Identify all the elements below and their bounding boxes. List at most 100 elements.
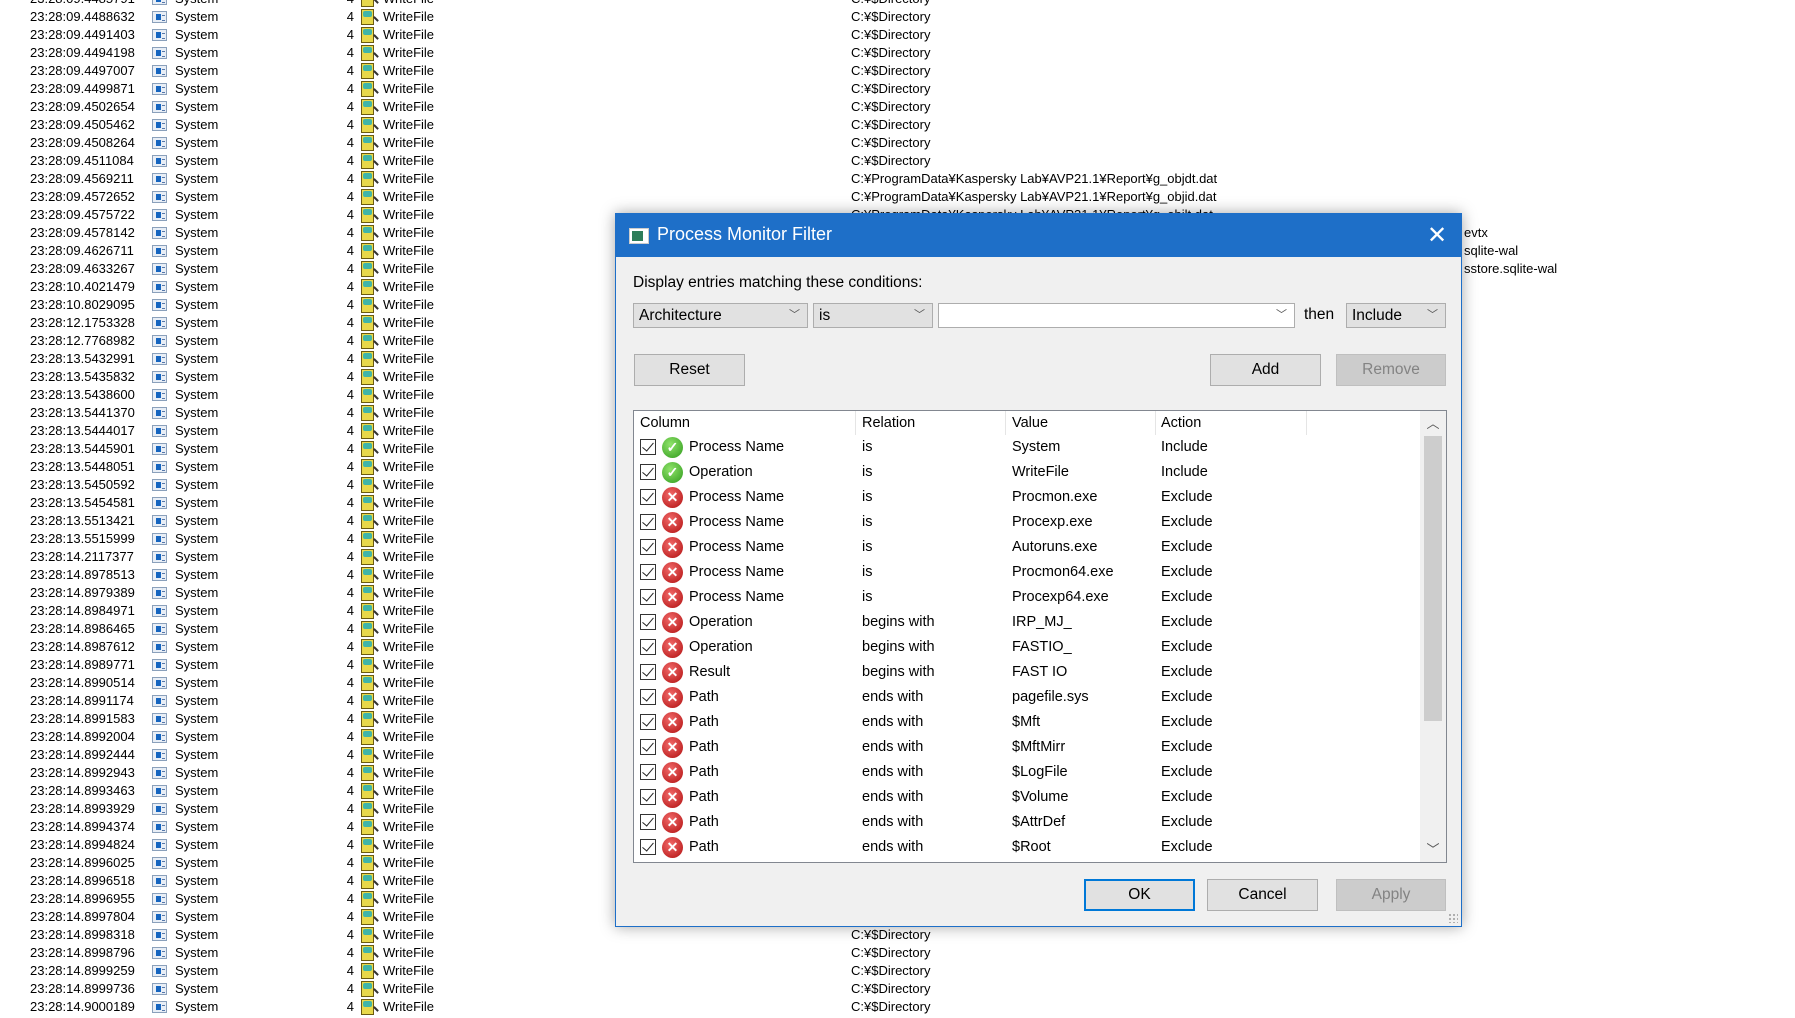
scrollbar-thumb[interactable] [1424,436,1442,721]
filter-column: Process Name [689,439,785,455]
exclude-x-icon: ✕ [662,637,683,658]
checkbox[interactable] [640,614,656,630]
event-process: System [175,225,219,240]
filter-row[interactable]: ✕ Process Name is Autoruns.exe Exclude [634,535,1419,560]
event-row[interactable]: 23:28:14.8998318 System 4 WriteFile C:¥$Dire… [0,926,1795,944]
filter-row[interactable]: ✕ Result begins with FAST IO Exclude [634,660,1419,685]
ok-button[interactable]: OK [1084,879,1195,911]
checkbox[interactable] [640,664,656,680]
checkbox[interactable] [640,814,656,830]
header-divider[interactable] [1306,411,1307,435]
remove-button[interactable]: Remove [1336,354,1446,386]
exclude-x-icon: ✕ [662,562,683,583]
close-icon[interactable]: ✕ [1419,218,1455,254]
checkbox[interactable] [640,689,656,705]
header-divider[interactable] [1005,411,1006,435]
checkbox[interactable] [640,789,656,805]
filter-row[interactable]: ✕ Operation begins with IRP_MJ_ Exclude [634,610,1419,635]
event-row[interactable]: 23:28:14.8999259 System 4 WriteFile C:¥$Dire… [0,962,1795,980]
filter-row[interactable]: ✕ Process Name is Procexp64.exe Exclude [634,585,1419,610]
filter-row[interactable]: ✕ Process Name is Procmon.exe Exclude [634,485,1419,510]
filter-value: pagefile.sys [1012,689,1089,705]
filter-row[interactable]: ✕ Process Name is Procexp.exe Exclude [634,510,1419,535]
filter-row[interactable]: ✕ Exclude [634,860,1419,862]
filter-row[interactable]: ✕ Process Name is Procmon64.exe Exclude [634,560,1419,585]
checkbox[interactable] [640,589,656,605]
event-row[interactable]: 23:28:09.4505462 System 4 WriteFile C:¥$Dire… [0,116,1795,134]
add-button[interactable]: Add [1210,354,1321,386]
filter-row[interactable]: ✓ Operation is WriteFile Include [634,460,1419,485]
event-time: 23:28:14.8991583 [30,711,135,726]
filter-row[interactable]: ✕ Path ends with $Mft Exclude [634,710,1419,735]
column-combo[interactable]: Architecture ﹀ [633,303,808,328]
filter-row[interactable]: ✕ Path ends with $LogFile Exclude [634,760,1419,785]
header-action[interactable]: Action [1161,411,1201,435]
exclude-x-icon: ✕ [662,837,683,858]
header-value[interactable]: Value [1012,411,1048,435]
event-time: 23:28:09.4578142 [30,225,135,240]
cancel-button[interactable]: Cancel [1207,879,1318,911]
checkbox[interactable] [640,714,656,730]
checkbox[interactable] [640,739,656,755]
checkbox[interactable] [640,464,656,480]
header-relation[interactable]: Relation [862,411,915,435]
event-row[interactable]: 23:28:14.8999736 System 4 WriteFile C:¥$Dire… [0,980,1795,998]
reset-button[interactable]: Reset [634,354,745,386]
filter-row[interactable]: ✕ Path ends with $Root Exclude [634,835,1419,860]
event-pid: 4 [346,531,354,546]
header-column[interactable]: Column [640,411,690,435]
filter-list[interactable]: Column Relation Value Action ✓ Process Na… [633,410,1447,863]
event-row[interactable]: 23:28:14.9000189 System 4 WriteFile C:¥$Dire… [0,998,1795,1016]
checkbox[interactable] [640,539,656,555]
filter-row[interactable]: ✕ Path ends with $Volume Exclude [634,785,1419,810]
action-combo[interactable]: Include ﹀ [1346,303,1446,328]
event-operation: WriteFile [383,477,435,492]
resize-grip-icon[interactable] [1448,913,1458,923]
filter-action: Exclude [1161,764,1213,780]
filter-row[interactable]: ✕ Path ends with pagefile.sys Exclude [634,685,1419,710]
filter-row[interactable]: ✕ Path ends with $AttrDef Exclude [634,810,1419,835]
apply-button[interactable]: Apply [1336,879,1446,911]
event-process: System [175,243,219,258]
filter-row[interactable]: ✕ Operation begins with FASTIO_ Exclude [634,635,1419,660]
scroll-down-icon[interactable]: ﹀ [1420,840,1446,860]
event-row[interactable]: 23:28:09.4491403 System 4 WriteFile C:¥$Dire… [0,26,1795,44]
value-combo[interactable]: ﹀ [938,303,1295,328]
event-pid: 4 [340,0,354,8]
checkbox[interactable] [640,839,656,855]
event-row[interactable]: 23:28:09.4572652 System 4 WriteFile C:¥Progr… [0,188,1795,206]
event-time: 23:28:09.4502654 [30,99,135,114]
event-row[interactable]: 23:28:09.4569211 System 4 WriteFile C:¥Progr… [0,170,1795,188]
file-operation-icon [361,441,374,457]
checkbox[interactable] [640,564,656,580]
event-time: 23:28:14.8996955 [30,891,135,906]
filter-row[interactable]: ✓ Process Name is System Include [634,435,1419,460]
column-combo-value: Architecture [639,307,722,324]
event-row[interactable]: 23:28:09.4485791 System 4 WriteFile C:¥$Dire… [0,0,1795,8]
event-row[interactable]: 23:28:09.4497007 System 4 WriteFile C:¥$Dire… [0,62,1795,80]
checkbox[interactable] [640,439,656,455]
event-time: 23:28:09.4491403 [30,27,135,42]
checkbox[interactable] [640,489,656,505]
event-row[interactable]: 23:28:09.4511084 System 4 WriteFile C:¥$Dire… [0,152,1795,170]
header-divider[interactable] [1155,411,1156,435]
checkbox[interactable] [640,764,656,780]
event-row[interactable]: 23:28:09.4488632 System 4 WriteFile C:¥$Dire… [0,8,1795,26]
event-row[interactable]: 23:28:09.4499871 System 4 WriteFile C:¥$Dire… [0,80,1795,98]
event-pid: 4 [346,225,354,240]
event-pid: 4 [346,513,354,528]
scroll-up-icon[interactable]: ︿ [1420,414,1446,434]
checkbox[interactable] [640,514,656,530]
filter-row[interactable]: ✕ Path ends with $MftMirr Exclude [634,735,1419,760]
event-operation: WriteFile [383,621,435,636]
checkbox[interactable] [640,639,656,655]
relation-combo[interactable]: is ﹀ [813,303,933,328]
header-divider[interactable] [855,411,856,435]
event-row[interactable]: 23:28:09.4502654 System 4 WriteFile C:¥$Dire… [0,98,1795,116]
file-operation-icon [361,315,374,331]
vertical-scrollbar[interactable]: ︿ ﹀ [1420,411,1446,862]
event-row[interactable]: 23:28:09.4494198 System 4 WriteFile C:¥$Dire… [0,44,1795,62]
title-bar[interactable]: Process Monitor Filter ✕ [616,214,1461,257]
event-row[interactable]: 23:28:14.8998796 System 4 WriteFile C:¥$Dire… [0,944,1795,962]
event-row[interactable]: 23:28:09.4508264 System 4 WriteFile C:¥$Dire… [0,134,1795,152]
